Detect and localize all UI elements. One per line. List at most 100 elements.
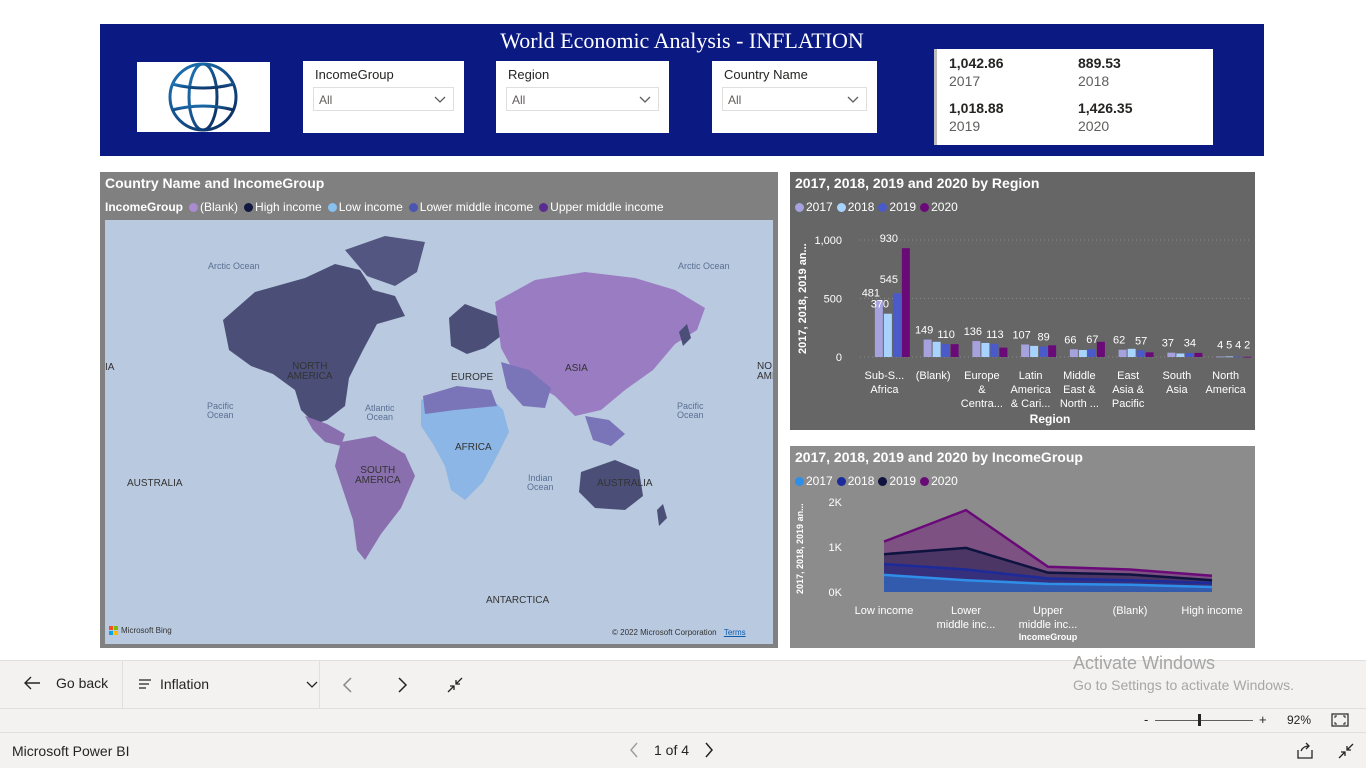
bar	[1194, 352, 1203, 357]
legend-item-high-income[interactable]: High income	[244, 200, 322, 214]
area-chart-visual[interactable]: 2017, 2018, 2019 and 2020 by IncomeGroup…	[790, 446, 1255, 648]
data-label: 370	[871, 299, 889, 311]
kpi-value: 1,426.35	[1078, 100, 1133, 116]
x-tick-label: North ...	[1060, 398, 1099, 410]
bar	[1234, 356, 1243, 358]
label-edge-right: NO AME	[757, 361, 773, 382]
kpi-card: 1,042.86 2017 889.53 2018 1,018.88 2019 …	[934, 49, 1213, 145]
report-canvas: World Economic Analysis - INFLATION Inco…	[0, 0, 1366, 660]
kpi-label: 2020	[1078, 118, 1110, 134]
x-tick-label: High income	[1181, 605, 1242, 617]
x-tick-label: Pacific	[1112, 398, 1145, 410]
data-label: 4	[1235, 339, 1241, 351]
region-dropdown[interactable]: All	[506, 87, 659, 111]
data-label: 110	[937, 329, 955, 341]
fullscreen-exit-icon[interactable]	[1337, 742, 1355, 760]
chevron-down-icon	[847, 96, 859, 103]
next-page-icon[interactable]	[703, 741, 715, 759]
fit-to-page-icon[interactable]	[1331, 713, 1349, 727]
bar	[923, 339, 932, 357]
bing-logo: Microsoft Bing	[109, 626, 172, 635]
x-tick-label: America	[1205, 384, 1246, 396]
go-back-label: Go back	[56, 675, 109, 691]
world-map[interactable]: Arctic Ocean Arctic Ocean NORTH AMERICA …	[105, 220, 773, 644]
data-label: 67	[1086, 334, 1098, 346]
region-southeast-asia	[585, 416, 625, 446]
x-tick-label: South	[1163, 370, 1192, 382]
kpi-2017: 1,042.86 2017	[949, 55, 1004, 89]
label-antarctica: ANTARCTICA	[486, 595, 550, 606]
zoom-slider-track[interactable]	[1155, 720, 1253, 721]
label-arctic-left: Arctic Ocean	[208, 261, 260, 271]
slicer-title: Country Name	[724, 67, 808, 82]
share-icon[interactable]	[1296, 742, 1314, 760]
map-visual[interactable]: Country Name and IncomeGroup IncomeGroup…	[100, 172, 778, 648]
bar	[972, 341, 981, 357]
x-tick-label: East	[1117, 370, 1139, 382]
activate-windows-watermark: Activate Windows Go to Settings to activ…	[1073, 653, 1294, 693]
data-label: 4	[1217, 339, 1223, 351]
data-label: 136	[964, 326, 982, 338]
bar	[1243, 356, 1252, 358]
zoom-out-button[interactable]: -	[1144, 712, 1148, 727]
bar	[901, 248, 910, 357]
region-north-america	[223, 264, 405, 424]
legend-item-blank[interactable]: (Blank)	[189, 200, 238, 214]
legend-title: IncomeGroup	[105, 200, 184, 214]
area-chart-plot: 2K 1K 0K 2017, 2018, 2019 an... IncomeGroup L…	[795, 497, 1243, 642]
slicer-value: All	[512, 93, 526, 107]
y-tick-label: 500	[824, 294, 842, 306]
slicer-income-group: IncomeGroup All	[303, 61, 464, 133]
data-label: 62	[1113, 335, 1125, 347]
bar	[990, 343, 999, 357]
go-back-button[interactable]: Go back	[22, 675, 108, 691]
data-label: 545	[880, 274, 898, 286]
zoom-in-button[interactable]: +	[1259, 712, 1267, 727]
bing-label: Microsoft Bing	[121, 626, 172, 635]
x-tick-label: Latin	[1019, 370, 1043, 382]
kpi-label: 2018	[1078, 73, 1110, 89]
bar-chart-visual[interactable]: 2017, 2018, 2019 and 2020 by Region 2017…	[790, 172, 1255, 430]
bar	[1039, 346, 1048, 357]
next-page-icon[interactable]	[394, 676, 410, 694]
x-tick-label: (Blank)	[916, 370, 951, 382]
x-tick-label: Asia	[1166, 384, 1188, 396]
bar	[1078, 349, 1087, 357]
legend-item-upper-middle-income[interactable]: Upper middle income	[539, 200, 664, 214]
chevron-down-icon	[639, 96, 651, 103]
x-tick-label: Upper	[1033, 605, 1063, 617]
income-group-dropdown[interactable]: All	[313, 87, 454, 111]
x-tick-label: America	[1010, 384, 1051, 396]
previous-page-icon[interactable]	[628, 741, 640, 759]
map-title: Country Name and IncomeGroup	[105, 175, 325, 191]
country-name-dropdown[interactable]: All	[722, 87, 867, 111]
kpi-value: 1,042.86	[949, 55, 1004, 71]
legend-item-low-income[interactable]: Low income	[327, 200, 403, 214]
data-label: 89	[1038, 332, 1050, 344]
y-tick-label: 1,000	[814, 235, 842, 247]
page-selector[interactable]: Inflation	[138, 676, 319, 692]
chevron-down-icon	[434, 96, 446, 103]
x-tick-label: Low income	[855, 605, 914, 617]
terms-link[interactable]: Terms	[724, 628, 746, 637]
zoom-slider-thumb[interactable]	[1198, 714, 1201, 726]
bar-chart-plot: 1,00050002017, 2018, 2019 an...Region481…	[797, 233, 1252, 426]
data-label: 2	[1244, 339, 1250, 351]
previous-page-icon[interactable]	[340, 676, 356, 694]
x-tick-label: middle inc...	[1019, 619, 1078, 631]
label-africa: AFRICA	[455, 442, 492, 453]
exit-focus-icon[interactable]	[446, 676, 464, 694]
activate-subtitle: Go to Settings to activate Windows.	[1073, 677, 1294, 693]
divider	[122, 661, 123, 709]
region-new-zealand	[657, 504, 667, 526]
x-tick-label: Lower	[951, 605, 981, 617]
kpi-value: 889.53	[1078, 55, 1121, 71]
x-tick-label: Centra...	[961, 398, 1003, 410]
data-label: 66	[1064, 334, 1076, 346]
header-band: World Economic Analysis - INFLATION Inco…	[100, 24, 1264, 156]
app-brand: Microsoft Power BI	[12, 743, 130, 759]
bar	[1021, 344, 1030, 357]
legend-item-lower-middle-income[interactable]: Lower middle income	[408, 200, 533, 214]
y-tick-label: 1K	[829, 542, 843, 554]
bar	[1030, 345, 1039, 357]
